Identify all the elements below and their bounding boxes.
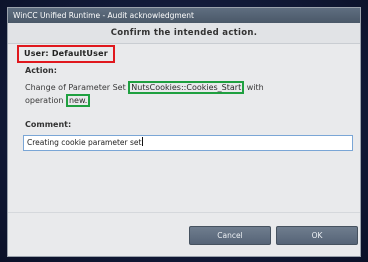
audit-acknowledgment-dialog: WinCC Unified Runtime - Audit acknowledg… [7, 7, 361, 257]
action-text-prefix: Change of Parameter Set [25, 83, 129, 92]
cancel-button[interactable]: Cancel [189, 226, 271, 245]
comment-input[interactable]: Creating cookie parameter set [23, 135, 353, 151]
footer-divider [8, 212, 360, 213]
dialog-title: WinCC Unified Runtime - Audit acknowledg… [8, 8, 360, 23]
user-label: User: [24, 49, 49, 58]
action-label: Action: [25, 66, 57, 75]
operation-highlight: new. [65, 94, 91, 107]
action-text-with: with [244, 83, 264, 92]
user-name: DefaultUser [51, 49, 108, 58]
dialog-header: Confirm the intended action. [8, 23, 360, 44]
comment-value: Creating cookie parameter set [27, 138, 142, 147]
action-text-operation: operation [25, 96, 66, 105]
parameter-set-highlight: NutsCookies::Cookies_Start [128, 81, 245, 94]
comment-label: Comment: [25, 120, 72, 129]
ok-button[interactable]: OK [276, 226, 358, 245]
action-description: Change of Parameter Set NutsCookies::Coo… [25, 81, 355, 107]
text-caret [142, 137, 144, 146]
user-highlight-box: User: DefaultUser [17, 45, 115, 63]
